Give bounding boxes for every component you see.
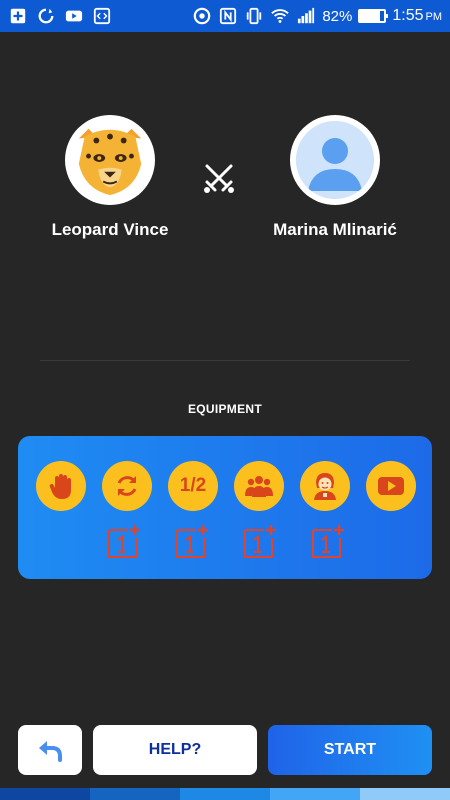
play-video-button[interactable]	[366, 461, 416, 511]
add-box-icon	[8, 7, 28, 25]
default-user-avatar[interactable]	[290, 115, 380, 205]
user-silhouette-icon	[296, 121, 374, 199]
leopard-avatar[interactable]	[65, 115, 155, 205]
audience-icon	[245, 476, 273, 497]
leopard-face-icon	[71, 121, 149, 199]
person-icon	[314, 473, 336, 500]
code-icon	[92, 7, 112, 25]
plus-one-icon	[242, 524, 278, 560]
battery-percent: 82%	[322, 7, 353, 25]
back-button[interactable]	[18, 725, 82, 775]
person-button[interactable]	[300, 461, 350, 511]
youtube-icon	[64, 7, 84, 25]
start-button[interactable]: START	[268, 725, 432, 775]
half-button[interactable]: 1/2	[168, 461, 218, 511]
player-left: Leopard Vince	[20, 115, 200, 240]
help-button[interactable]: HELP?	[93, 725, 257, 775]
plus-one-row	[106, 524, 346, 560]
plus-one-icon	[310, 524, 346, 560]
clock: 1:55 PM	[392, 7, 442, 25]
player-right: Marina Mlinarić	[245, 115, 425, 240]
equipment-title: EQUIPMENT	[187, 402, 263, 416]
refresh-button[interactable]	[102, 461, 152, 511]
status-bar: 82% 1:55 PM	[0, 0, 450, 32]
battery-level-fill	[360, 11, 381, 21]
player-left-name: Leopard Vince	[51, 220, 169, 239]
play-video-icon	[378, 477, 404, 495]
clock-time: 1:55	[392, 7, 424, 24]
beats-icon	[192, 7, 212, 25]
vibrate-icon	[244, 7, 264, 25]
sync-icon	[36, 7, 56, 25]
audience-button[interactable]	[234, 461, 284, 511]
back-arrow-icon	[39, 741, 62, 762]
divider	[40, 360, 410, 361]
nfc-icon	[218, 7, 238, 25]
hand-stop-icon	[49, 474, 71, 499]
half-icon: 1/2	[179, 475, 207, 496]
player-right-name: Marina Mlinarić	[273, 220, 397, 239]
hand-stop-button[interactable]	[36, 461, 86, 511]
wifi-icon	[270, 7, 290, 25]
signal-icon	[296, 7, 316, 25]
equipment-row: 1/2	[36, 461, 416, 511]
crossed-swords-icon	[204, 164, 234, 193]
refresh-icon	[117, 476, 137, 496]
battery-icon	[358, 9, 389, 23]
plus-one-icon	[174, 524, 210, 560]
equipment-panel: 1/2	[18, 436, 432, 579]
clock-ampm: PM	[425, 11, 443, 23]
bottom-strip	[0, 788, 450, 800]
plus-one-icon	[106, 524, 142, 560]
